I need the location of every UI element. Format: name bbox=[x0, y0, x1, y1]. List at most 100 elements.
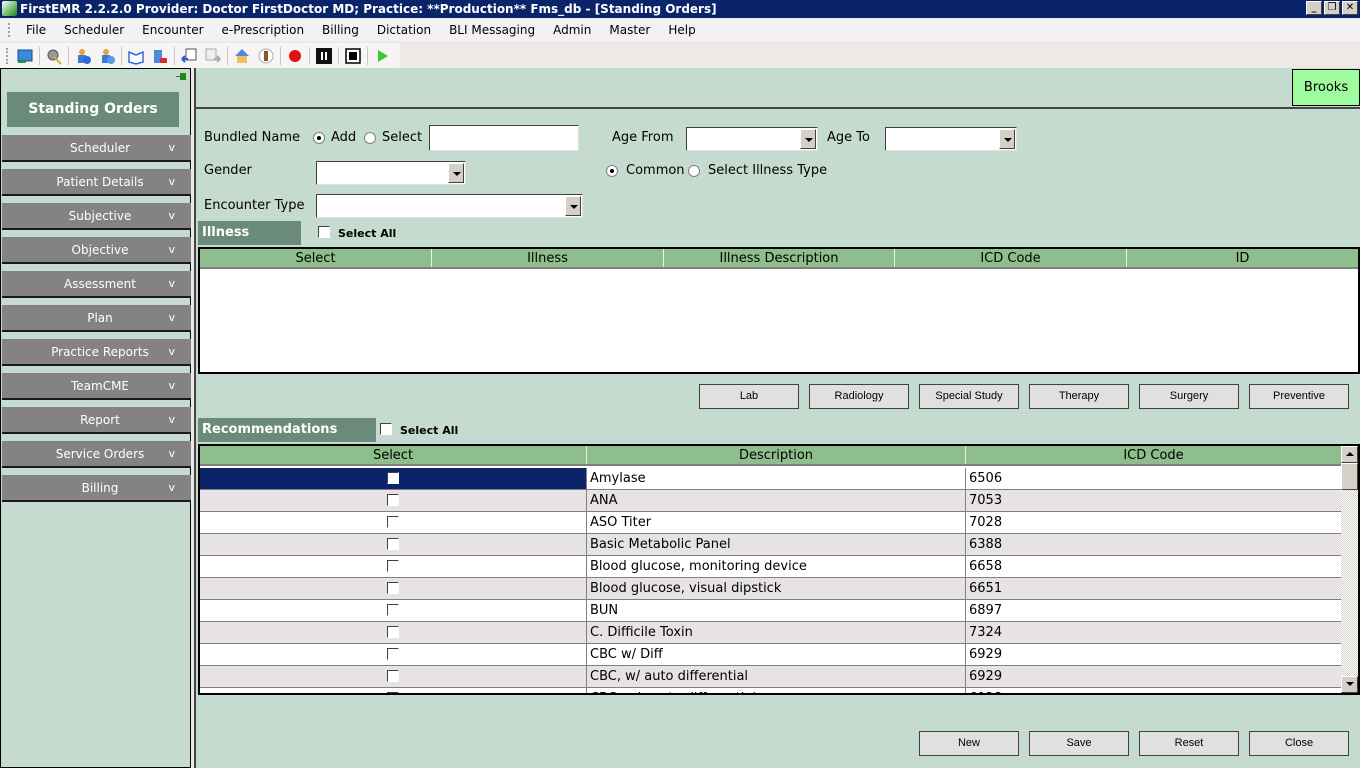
row-checkbox[interactable] bbox=[387, 582, 399, 594]
sidebar-item-teamcme[interactable]: TeamCME v bbox=[2, 373, 191, 400]
recommendations-select-all-checkbox[interactable] bbox=[380, 423, 392, 435]
age-from-select[interactable] bbox=[686, 127, 818, 151]
menu-billing[interactable]: Billing bbox=[313, 23, 368, 37]
row-checkbox[interactable] bbox=[387, 604, 399, 616]
table-row[interactable]: BUN 6897 bbox=[200, 600, 1341, 622]
recommendations-scrollbar[interactable] bbox=[1341, 446, 1358, 693]
user-help-icon[interactable] bbox=[97, 46, 117, 66]
table-row[interactable]: C. Difficile Toxin 7324 bbox=[200, 622, 1341, 644]
menu-master[interactable]: Master bbox=[600, 23, 659, 37]
exit-icon[interactable] bbox=[256, 46, 276, 66]
book-icon[interactable] bbox=[126, 46, 146, 66]
chevron-down-icon[interactable] bbox=[800, 129, 816, 149]
row-checkbox[interactable] bbox=[387, 692, 399, 693]
sidebar-item-billing[interactable]: Billing v bbox=[2, 475, 191, 502]
table-row[interactable]: Amylase 6506 bbox=[200, 468, 1341, 490]
column-header-icd-code[interactable]: ICD Code bbox=[895, 249, 1127, 267]
scroll-down-icon[interactable] bbox=[1341, 676, 1358, 693]
restore-button[interactable]: ❐ bbox=[1324, 1, 1340, 15]
row-checkbox[interactable] bbox=[387, 626, 399, 638]
close-window-button[interactable]: ✕ bbox=[1342, 1, 1358, 15]
therapy-button[interactable]: Therapy bbox=[1029, 384, 1129, 409]
table-row[interactable]: ASO Titer 7028 bbox=[200, 512, 1341, 534]
select-illness-type-radio[interactable] bbox=[688, 165, 700, 177]
user-info-icon[interactable] bbox=[73, 46, 93, 66]
table-row[interactable]: CBC, w/o auto differential6928 bbox=[200, 688, 1341, 693]
preventive-button[interactable]: Preventive bbox=[1249, 384, 1349, 409]
close-button[interactable]: Close bbox=[1249, 731, 1349, 756]
row-checkbox[interactable] bbox=[387, 670, 399, 682]
row-select-cell[interactable] bbox=[200, 534, 587, 555]
row-select-cell[interactable] bbox=[200, 556, 587, 577]
tools-icon[interactable] bbox=[44, 46, 64, 66]
sidebar-item-plan[interactable]: Plan v bbox=[2, 305, 191, 332]
sidebar-item-patient-details[interactable]: Patient Details v bbox=[2, 169, 191, 196]
column-header-select[interactable]: Select bbox=[200, 446, 587, 464]
radiology-button[interactable]: Radiology bbox=[809, 384, 909, 409]
illness-select-all-checkbox[interactable] bbox=[318, 226, 330, 238]
chevron-down-icon[interactable] bbox=[565, 196, 581, 216]
column-header-id[interactable]: ID bbox=[1127, 249, 1358, 267]
sidebar-item-report[interactable]: Report v bbox=[2, 407, 191, 434]
save-button[interactable]: Save bbox=[1029, 731, 1129, 756]
new-button[interactable]: New bbox=[919, 731, 1019, 756]
record-icon[interactable] bbox=[285, 46, 305, 66]
row-select-cell[interactable] bbox=[200, 600, 587, 621]
row-select-cell[interactable] bbox=[200, 688, 587, 693]
row-checkbox[interactable] bbox=[387, 648, 399, 660]
monitor-icon[interactable] bbox=[15, 46, 35, 66]
row-select-cell[interactable] bbox=[200, 490, 587, 511]
export-icon[interactable] bbox=[203, 46, 223, 66]
pin-icon[interactable] bbox=[176, 73, 186, 81]
row-select-cell[interactable] bbox=[200, 666, 587, 687]
sidebar-item-objective[interactable]: Objective v bbox=[2, 237, 191, 264]
row-checkbox[interactable] bbox=[387, 494, 399, 506]
row-select-cell[interactable] bbox=[200, 578, 587, 599]
sidebar-item-practice-reports[interactable]: Practice Reports v bbox=[2, 339, 191, 366]
chevron-down-icon[interactable] bbox=[999, 129, 1015, 149]
chevron-down-icon[interactable] bbox=[448, 163, 464, 183]
menu-e-prescription[interactable]: e-Prescription bbox=[213, 23, 314, 37]
sidebar-item-service-orders[interactable]: Service Orders v bbox=[2, 441, 191, 468]
medicine-icon[interactable] bbox=[150, 46, 170, 66]
table-row[interactable]: Basic Metabolic Panel 6388 bbox=[200, 534, 1341, 556]
column-header-illness-description[interactable]: Illness Description bbox=[664, 249, 895, 267]
import-icon[interactable] bbox=[179, 46, 199, 66]
row-select-cell[interactable] bbox=[200, 468, 587, 489]
bundled-name-input[interactable] bbox=[429, 125, 579, 151]
menu-file[interactable]: File bbox=[17, 23, 55, 37]
row-checkbox[interactable] bbox=[387, 472, 399, 484]
menu-help[interactable]: Help bbox=[659, 23, 704, 37]
play-icon[interactable] bbox=[372, 46, 392, 66]
column-header-description[interactable]: Description bbox=[587, 446, 966, 464]
row-select-cell[interactable] bbox=[200, 644, 587, 665]
surgery-button[interactable]: Surgery bbox=[1139, 384, 1239, 409]
table-row[interactable]: CBC, w/ auto differential 6929 bbox=[200, 666, 1341, 688]
home-icon[interactable] bbox=[232, 46, 252, 66]
table-row[interactable]: ANA 7053 bbox=[200, 490, 1341, 512]
menu-admin[interactable]: Admin bbox=[544, 23, 600, 37]
lab-button[interactable]: Lab bbox=[699, 384, 799, 409]
gender-select[interactable] bbox=[316, 161, 466, 185]
table-row[interactable]: CBC w/ Diff 6929 bbox=[200, 644, 1341, 666]
menu-encounter[interactable]: Encounter bbox=[133, 23, 212, 37]
column-header-illness[interactable]: Illness bbox=[432, 249, 664, 267]
encounter-type-select[interactable] bbox=[316, 194, 583, 218]
common-radio[interactable] bbox=[606, 165, 618, 177]
menu-scheduler[interactable]: Scheduler bbox=[55, 23, 133, 37]
age-to-select[interactable] bbox=[885, 127, 1017, 151]
column-header-select[interactable]: Select bbox=[200, 249, 432, 267]
sidebar-item-assessment[interactable]: Assessment v bbox=[2, 271, 191, 298]
column-header-icd-code[interactable]: ICD Code bbox=[966, 446, 1341, 464]
row-checkbox[interactable] bbox=[387, 516, 399, 528]
pause-icon[interactable] bbox=[314, 46, 334, 66]
table-row[interactable]: Blood glucose, visual dipstick 6651 bbox=[200, 578, 1341, 600]
row-checkbox[interactable] bbox=[387, 538, 399, 550]
select-radio[interactable] bbox=[364, 132, 376, 144]
scroll-thumb[interactable] bbox=[1341, 463, 1358, 490]
menu-dictation[interactable]: Dictation bbox=[368, 23, 440, 37]
minimize-button[interactable]: _ bbox=[1306, 1, 1322, 15]
table-row[interactable]: Blood glucose, monitoring device 6658 bbox=[200, 556, 1341, 578]
add-radio[interactable] bbox=[313, 132, 325, 144]
reset-button[interactable]: Reset bbox=[1139, 731, 1239, 756]
